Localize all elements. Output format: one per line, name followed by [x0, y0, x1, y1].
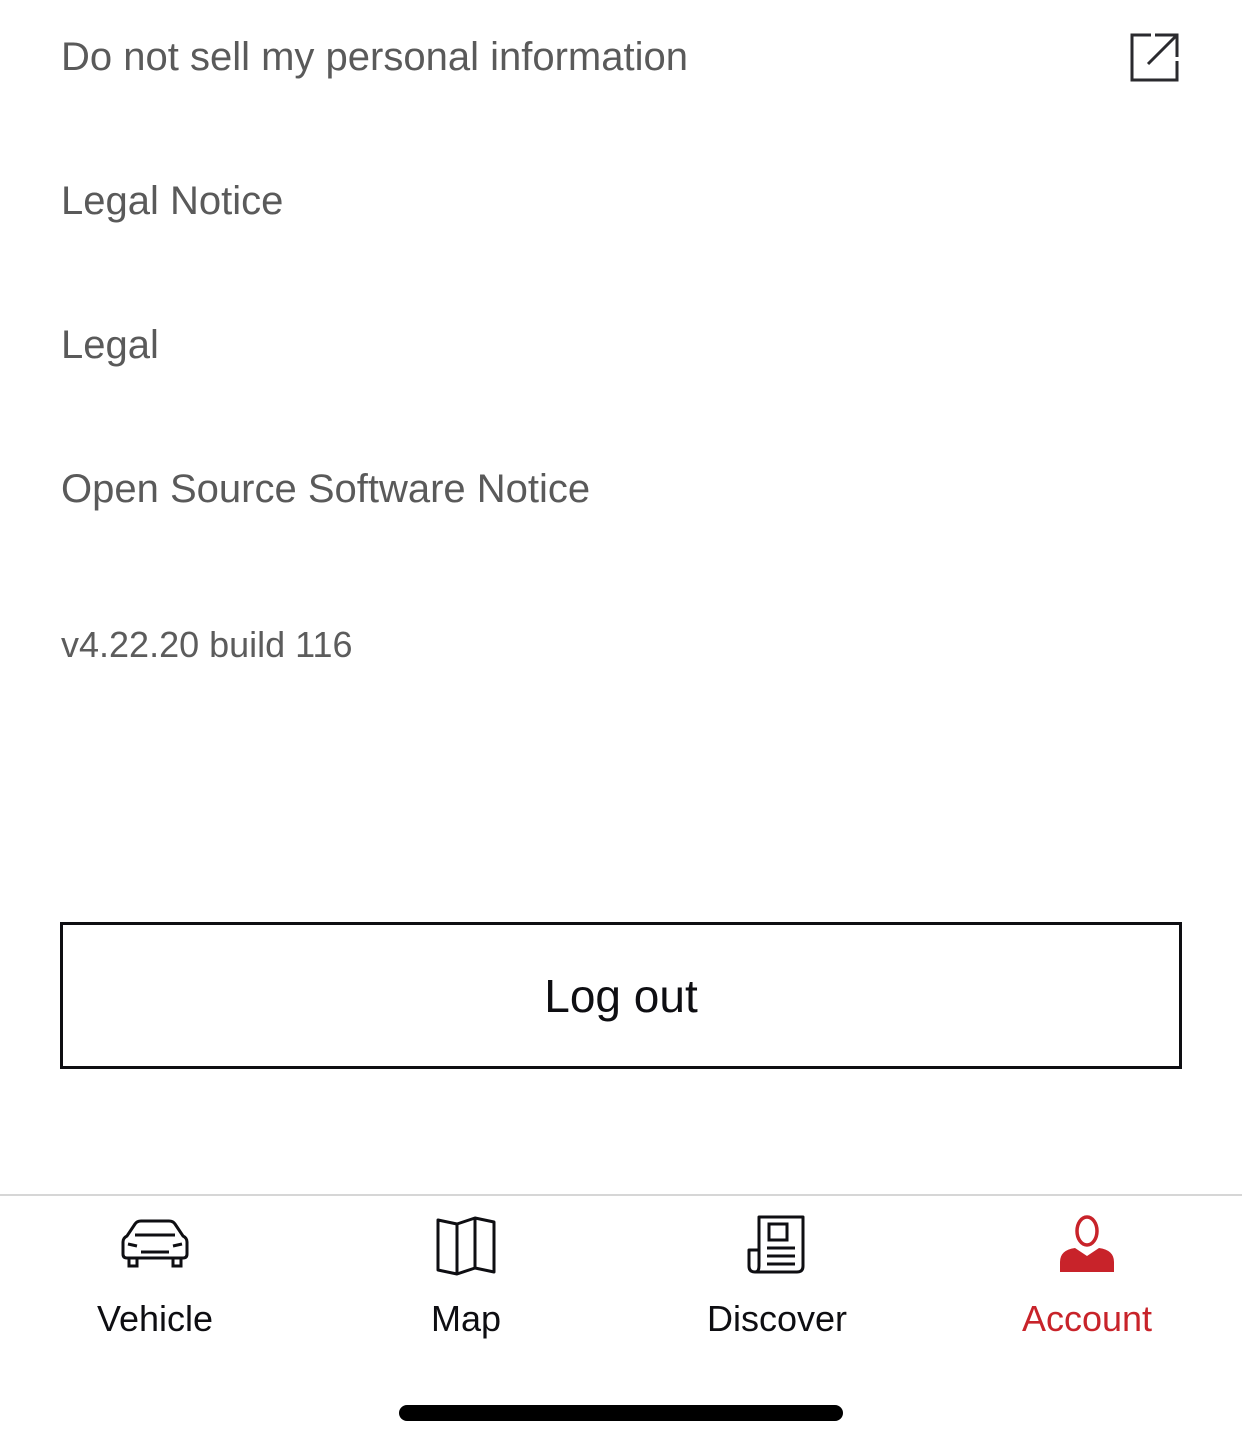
tab-discover[interactable]: Discover [622, 1196, 932, 1366]
person-icon [1060, 1215, 1114, 1272]
menu-item-label: Do not sell my personal information [61, 34, 688, 79]
menu-item-label: Legal [61, 322, 159, 367]
menu-item-label: Legal Notice [61, 178, 284, 223]
home-indicator[interactable] [399, 1405, 843, 1421]
app-version: v4.22.20 build 116 [61, 624, 353, 665]
map-icon [436, 1216, 496, 1276]
menu-item-legal-notice[interactable]: Legal Notice [61, 156, 1181, 246]
tab-label: Vehicle [96, 1298, 214, 1339]
tab-label: Discover [706, 1298, 848, 1339]
menu-item-legal[interactable]: Legal [61, 300, 1181, 390]
tab-vehicle[interactable]: Vehicle [0, 1196, 310, 1366]
newspaper-icon [747, 1215, 805, 1274]
car-icon [121, 1219, 189, 1268]
tab-map[interactable]: Map [311, 1196, 621, 1366]
menu-item-do-not-sell[interactable]: Do not sell my personal information [61, 12, 1181, 102]
tab-account[interactable]: Account [932, 1196, 1242, 1366]
menu-item-open-source-notice[interactable]: Open Source Software Notice [61, 444, 1181, 534]
logout-button[interactable]: Log out [60, 922, 1182, 1069]
tab-label: Account [1021, 1298, 1153, 1339]
menu-item-label: Open Source Software Notice [61, 466, 591, 511]
tab-label: Map [430, 1298, 502, 1339]
external-link-icon [1130, 33, 1179, 82]
